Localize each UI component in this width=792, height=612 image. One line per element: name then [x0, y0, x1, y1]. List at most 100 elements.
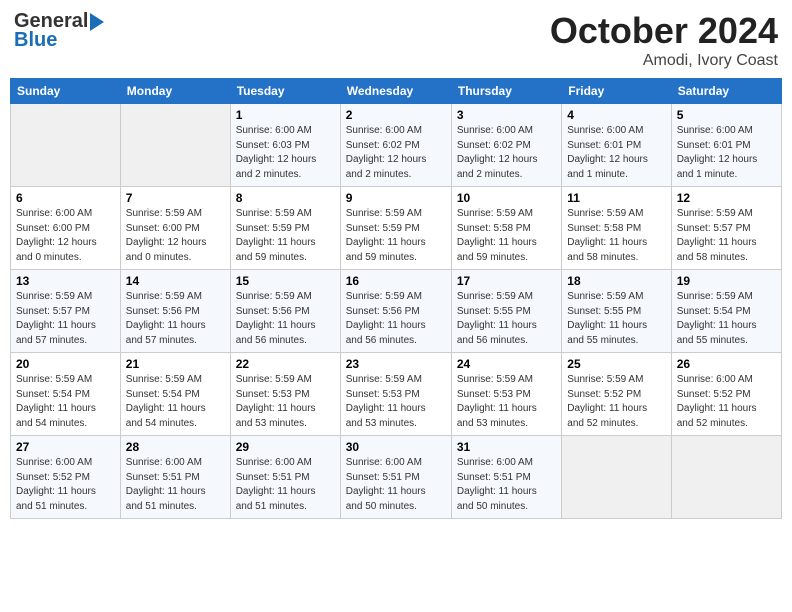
- day-info: Sunrise: 5:59 AM Sunset: 5:53 PM Dayligh…: [457, 373, 556, 431]
- day-info: Sunrise: 5:59 AM Sunset: 6:00 PM Dayligh…: [126, 207, 225, 265]
- column-header-thursday: Thursday: [451, 79, 561, 104]
- page-header: General Blue October 2024 Amodi, Ivory C…: [10, 10, 782, 70]
- day-info: Sunrise: 5:59 AM Sunset: 5:57 PM Dayligh…: [16, 290, 115, 348]
- calendar-cell: 22 Sunrise: 5:59 AM Sunset: 5:53 PM Dayli…: [230, 353, 340, 436]
- calendar-cell: 19 Sunrise: 5:59 AM Sunset: 5:54 PM Dayli…: [671, 270, 781, 353]
- calendar-week-row: 13 Sunrise: 5:59 AM Sunset: 5:57 PM Dayli…: [11, 270, 782, 353]
- calendar-cell: 11 Sunrise: 5:59 AM Sunset: 5:58 PM Dayli…: [562, 187, 671, 270]
- calendar-cell: 10 Sunrise: 5:59 AM Sunset: 5:58 PM Dayli…: [451, 187, 561, 270]
- calendar-cell: 2 Sunrise: 6:00 AM Sunset: 6:02 PM Daylig…: [340, 104, 451, 187]
- day-number: 11: [567, 191, 665, 205]
- column-header-wednesday: Wednesday: [340, 79, 451, 104]
- day-number: 3: [457, 108, 556, 122]
- day-number: 18: [567, 274, 665, 288]
- day-number: 26: [677, 357, 776, 371]
- day-info: Sunrise: 6:00 AM Sunset: 6:02 PM Dayligh…: [457, 124, 556, 182]
- day-info: Sunrise: 5:59 AM Sunset: 5:59 PM Dayligh…: [236, 207, 335, 265]
- day-number: 4: [567, 108, 665, 122]
- calendar-header-row: SundayMondayTuesdayWednesdayThursdayFrid…: [11, 79, 782, 104]
- day-info: Sunrise: 5:59 AM Sunset: 5:57 PM Dayligh…: [677, 207, 776, 265]
- day-number: 6: [16, 191, 115, 205]
- day-number: 16: [346, 274, 446, 288]
- day-number: 7: [126, 191, 225, 205]
- day-number: 25: [567, 357, 665, 371]
- column-header-sunday: Sunday: [11, 79, 121, 104]
- calendar-cell: 4 Sunrise: 6:00 AM Sunset: 6:01 PM Daylig…: [562, 104, 671, 187]
- calendar-cell: [120, 104, 230, 187]
- day-number: 12: [677, 191, 776, 205]
- calendar-cell: [671, 436, 781, 519]
- calendar-cell: 30 Sunrise: 6:00 AM Sunset: 5:51 PM Dayli…: [340, 436, 451, 519]
- day-number: 28: [126, 440, 225, 454]
- day-number: 17: [457, 274, 556, 288]
- calendar-cell: 5Sunrise: 6:00 AM Sunset: 6:01 PM Daylig…: [671, 104, 781, 187]
- calendar-cell: 26 Sunrise: 6:00 AM Sunset: 5:52 PM Dayli…: [671, 353, 781, 436]
- column-header-tuesday: Tuesday: [230, 79, 340, 104]
- day-info: Sunrise: 6:00 AM Sunset: 6:02 PM Dayligh…: [346, 124, 446, 182]
- day-info: Sunrise: 5:59 AM Sunset: 5:56 PM Dayligh…: [236, 290, 335, 348]
- day-info: Sunrise: 6:00 AM Sunset: 5:51 PM Dayligh…: [126, 456, 225, 514]
- day-number: 2: [346, 108, 446, 122]
- day-number: 10: [457, 191, 556, 205]
- column-header-saturday: Saturday: [671, 79, 781, 104]
- location: Amodi, Ivory Coast: [550, 52, 778, 70]
- calendar-week-row: 6 Sunrise: 6:00 AM Sunset: 6:00 PM Daylig…: [11, 187, 782, 270]
- day-number: 15: [236, 274, 335, 288]
- calendar-week-row: 27 Sunrise: 6:00 AM Sunset: 5:52 PM Dayli…: [11, 436, 782, 519]
- column-header-monday: Monday: [120, 79, 230, 104]
- calendar-cell: 23Sunrise: 5:59 AM Sunset: 5:53 PM Dayli…: [340, 353, 451, 436]
- day-info: Sunrise: 5:59 AM Sunset: 5:55 PM Dayligh…: [567, 290, 665, 348]
- calendar-cell: 12 Sunrise: 5:59 AM Sunset: 5:57 PM Dayli…: [671, 187, 781, 270]
- logo-blue-text: Blue: [14, 29, 57, 52]
- calendar-week-row: 20 Sunrise: 5:59 AM Sunset: 5:54 PM Dayli…: [11, 353, 782, 436]
- day-info: Sunrise: 5:59 AM Sunset: 5:55 PM Dayligh…: [457, 290, 556, 348]
- day-info: Sunrise: 5:59 AM Sunset: 5:53 PM Dayligh…: [236, 373, 335, 431]
- day-number: 13: [16, 274, 115, 288]
- day-number: 21: [126, 357, 225, 371]
- day-number: 30: [346, 440, 446, 454]
- calendar-cell: 14Sunrise: 5:59 AM Sunset: 5:56 PM Dayli…: [120, 270, 230, 353]
- calendar-cell: 8Sunrise: 5:59 AM Sunset: 5:59 PM Daylig…: [230, 187, 340, 270]
- day-number: 29: [236, 440, 335, 454]
- calendar-table: SundayMondayTuesdayWednesdayThursdayFrid…: [10, 78, 782, 519]
- calendar-cell: 24Sunrise: 5:59 AM Sunset: 5:53 PM Dayli…: [451, 353, 561, 436]
- day-info: Sunrise: 6:00 AM Sunset: 5:51 PM Dayligh…: [346, 456, 446, 514]
- calendar-cell: 13 Sunrise: 5:59 AM Sunset: 5:57 PM Dayli…: [11, 270, 121, 353]
- calendar-cell: 1Sunrise: 6:00 AM Sunset: 6:03 PM Daylig…: [230, 104, 340, 187]
- day-number: 27: [16, 440, 115, 454]
- calendar-cell: 6 Sunrise: 6:00 AM Sunset: 6:00 PM Daylig…: [11, 187, 121, 270]
- day-info: Sunrise: 5:59 AM Sunset: 5:56 PM Dayligh…: [126, 290, 225, 348]
- day-info: Sunrise: 5:59 AM Sunset: 5:56 PM Dayligh…: [346, 290, 446, 348]
- day-info: Sunrise: 5:59 AM Sunset: 5:59 PM Dayligh…: [346, 207, 446, 265]
- calendar-cell: 31 Sunrise: 6:00 AM Sunset: 5:51 PM Dayli…: [451, 436, 561, 519]
- title-area: October 2024 Amodi, Ivory Coast: [550, 10, 778, 70]
- calendar-cell: 3 Sunrise: 6:00 AM Sunset: 6:02 PM Daylig…: [451, 104, 561, 187]
- day-info: Sunrise: 5:59 AM Sunset: 5:54 PM Dayligh…: [126, 373, 225, 431]
- calendar-cell: 7 Sunrise: 5:59 AM Sunset: 6:00 PM Daylig…: [120, 187, 230, 270]
- day-info: Sunrise: 6:00 AM Sunset: 6:01 PM Dayligh…: [567, 124, 665, 182]
- day-info: Sunrise: 5:59 AM Sunset: 5:58 PM Dayligh…: [457, 207, 556, 265]
- day-number: 20: [16, 357, 115, 371]
- calendar-cell: 25Sunrise: 5:59 AM Sunset: 5:52 PM Dayli…: [562, 353, 671, 436]
- day-info: Sunrise: 5:59 AM Sunset: 5:58 PM Dayligh…: [567, 207, 665, 265]
- calendar-cell: 9 Sunrise: 5:59 AM Sunset: 5:59 PM Daylig…: [340, 187, 451, 270]
- month-title: October 2024: [550, 10, 778, 52]
- day-info: Sunrise: 5:59 AM Sunset: 5:54 PM Dayligh…: [677, 290, 776, 348]
- day-info: Sunrise: 6:00 AM Sunset: 5:51 PM Dayligh…: [457, 456, 556, 514]
- calendar-cell: 29Sunrise: 6:00 AM Sunset: 5:51 PM Dayli…: [230, 436, 340, 519]
- day-info: Sunrise: 6:00 AM Sunset: 5:52 PM Dayligh…: [16, 456, 115, 514]
- day-info: Sunrise: 6:00 AM Sunset: 6:00 PM Dayligh…: [16, 207, 115, 265]
- day-info: Sunrise: 6:00 AM Sunset: 6:03 PM Dayligh…: [236, 124, 335, 182]
- day-number: 5: [677, 108, 776, 122]
- calendar-week-row: 1Sunrise: 6:00 AM Sunset: 6:03 PM Daylig…: [11, 104, 782, 187]
- calendar-cell: 16 Sunrise: 5:59 AM Sunset: 5:56 PM Dayli…: [340, 270, 451, 353]
- day-number: 19: [677, 274, 776, 288]
- calendar-cell: 17 Sunrise: 5:59 AM Sunset: 5:55 PM Dayli…: [451, 270, 561, 353]
- day-number: 31: [457, 440, 556, 454]
- calendar-cell: 27 Sunrise: 6:00 AM Sunset: 5:52 PM Dayli…: [11, 436, 121, 519]
- day-number: 9: [346, 191, 446, 205]
- day-info: Sunrise: 6:00 AM Sunset: 5:52 PM Dayligh…: [677, 373, 776, 431]
- day-number: 22: [236, 357, 335, 371]
- calendar-cell: [11, 104, 121, 187]
- column-header-friday: Friday: [562, 79, 671, 104]
